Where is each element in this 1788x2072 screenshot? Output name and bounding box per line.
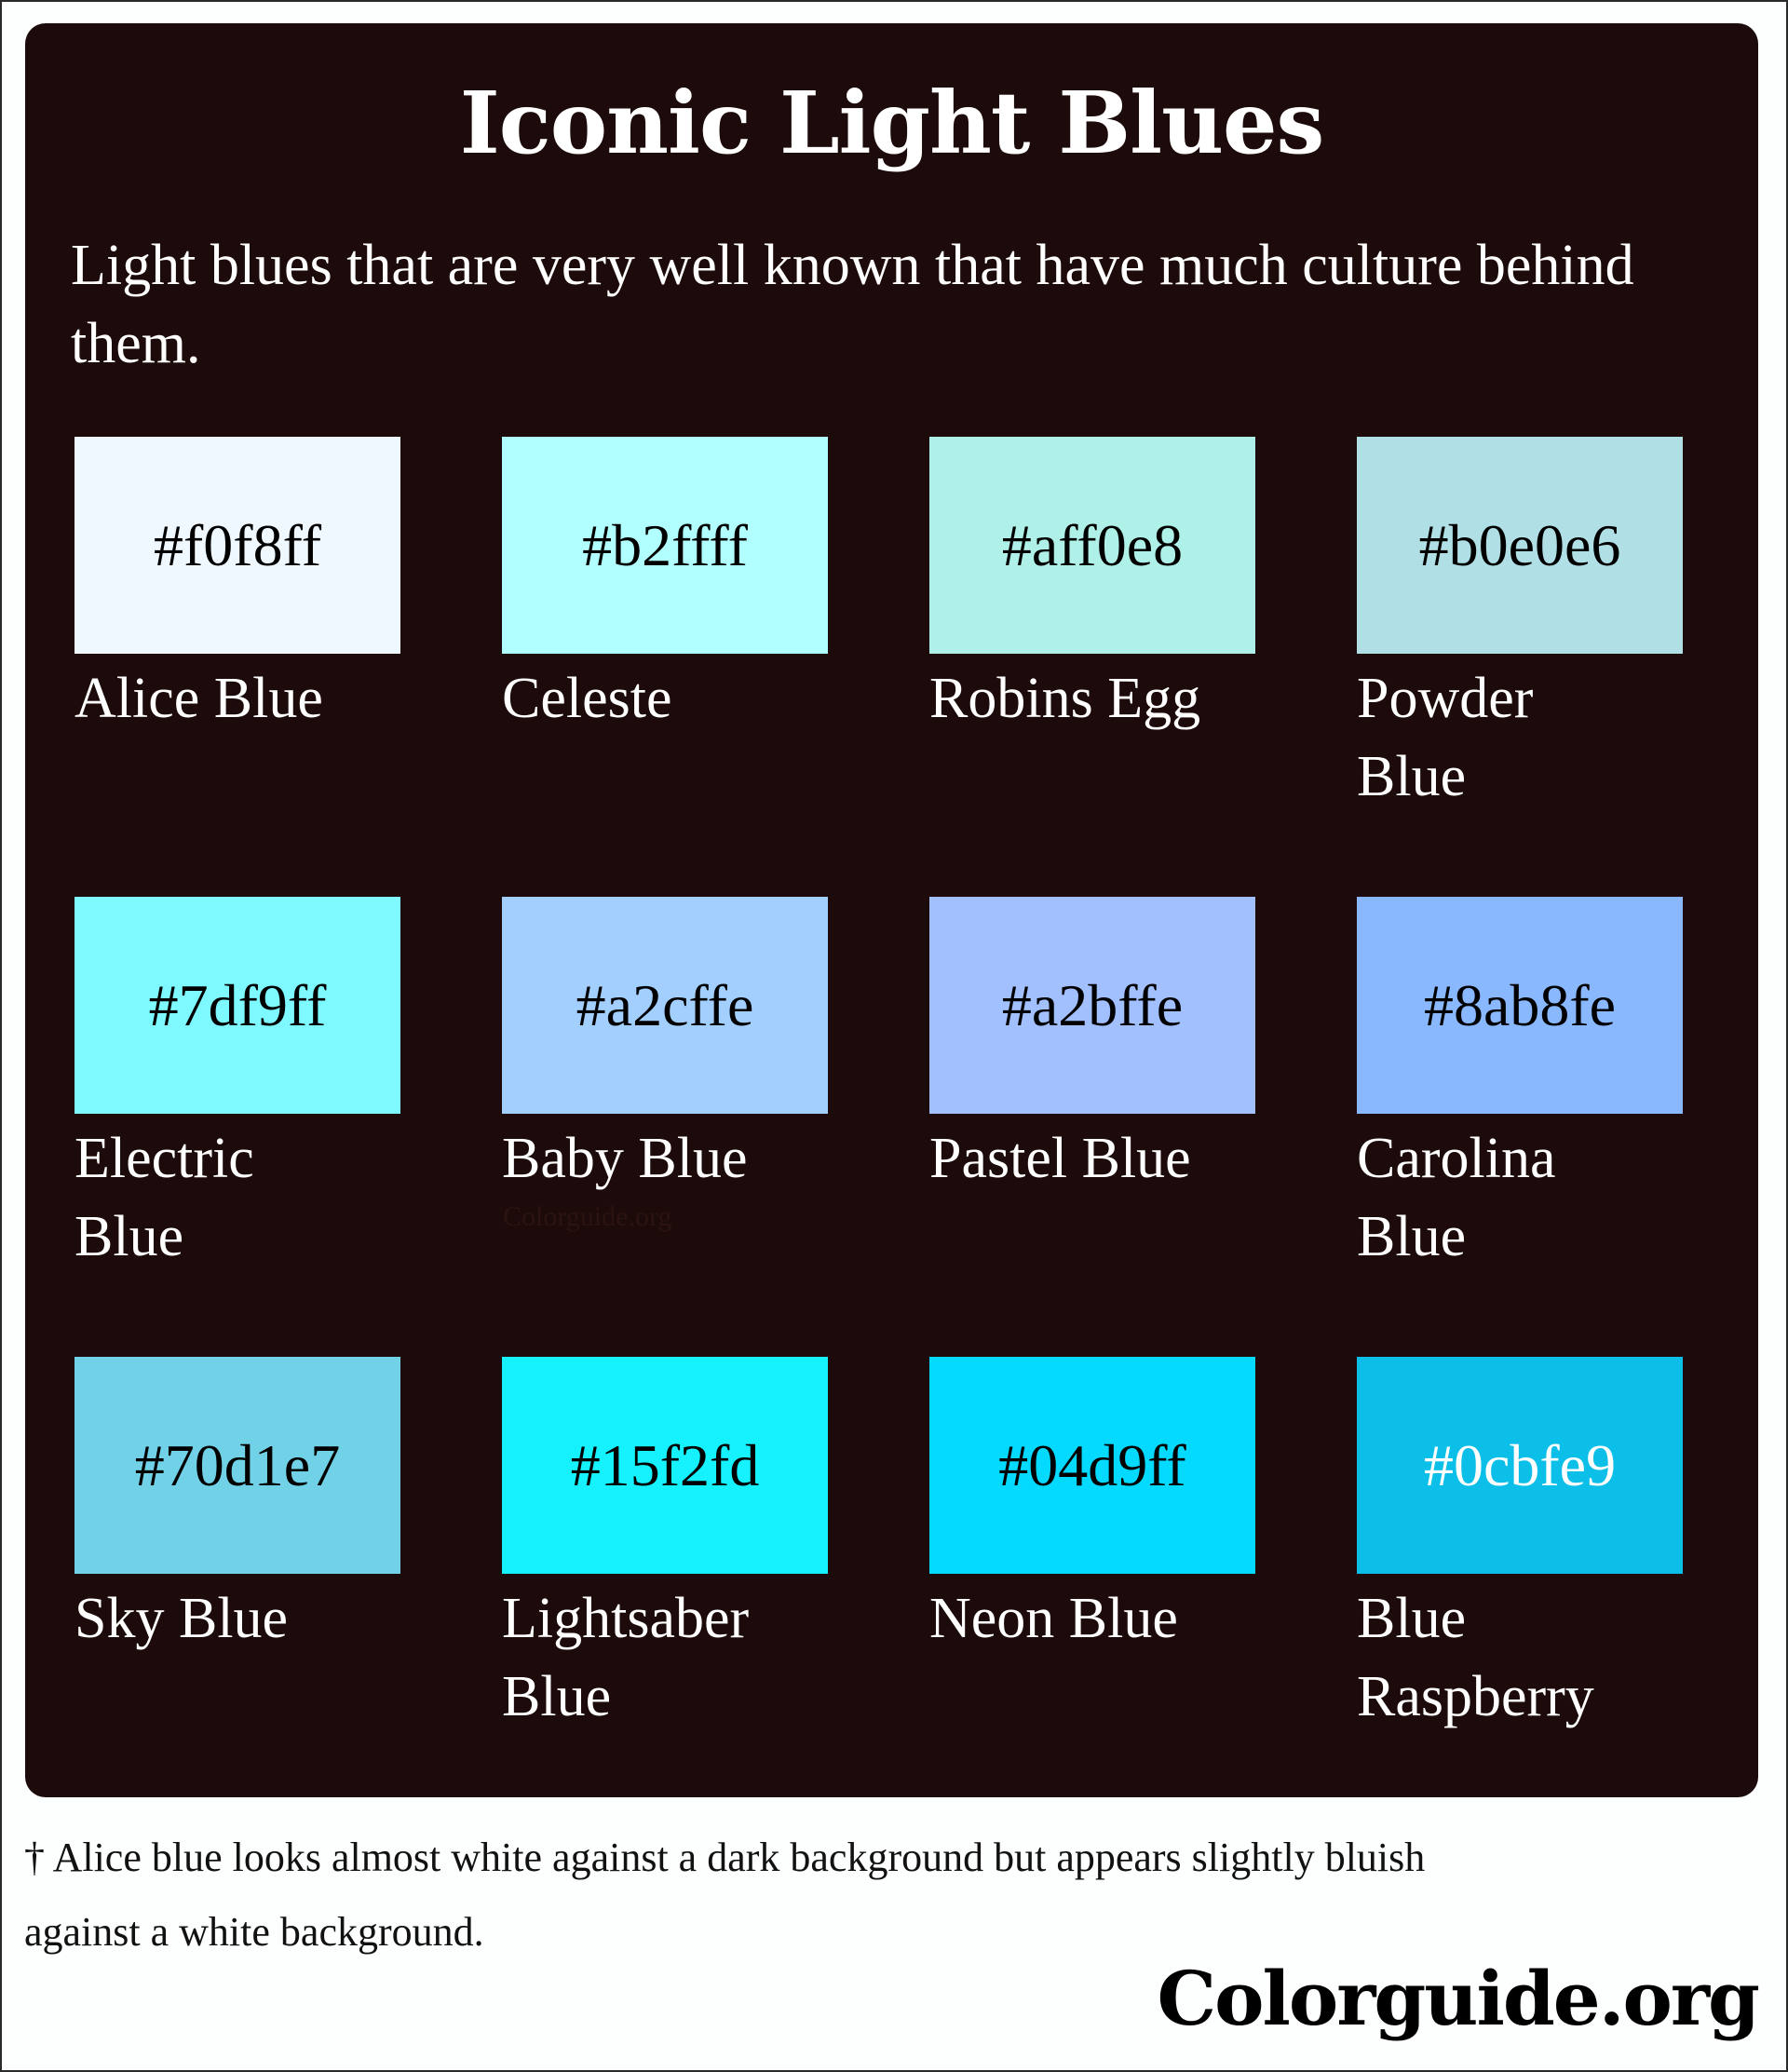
color-swatch: #f0f8ff [74,437,400,654]
swatch-card: #70d1e7 Sky Blue [74,1357,400,1658]
swatch-name: Robins Egg [929,667,1201,730]
color-swatch: #a2cffe [502,897,828,1114]
page-subtitle: Light blues that are very well known tha… [71,234,1634,375]
color-panel: Iconic Light Blues Light blues that are … [25,23,1758,1797]
swatch-name: Lightsaber Blue [502,1587,750,1728]
swatch-card: #aff0e8 Robins Egg [929,437,1255,738]
swatch-name: Carolina Blue [1357,1127,1556,1268]
color-swatch: #8ab8fe [1357,897,1683,1114]
color-swatch: #a2bffe [929,897,1255,1114]
color-swatch: #b0e0e6 [1357,437,1683,654]
swatch-name: Powder Blue [1357,667,1534,808]
color-swatch: #0cbfe9 [1357,1357,1683,1574]
swatch-name: Neon Blue [929,1587,1178,1650]
color-swatch: #7df9ff [74,897,400,1114]
footnote: † Alice blue looks almost white against … [24,1835,1426,1955]
color-swatch: #b2ffff [502,437,828,654]
swatch-card: #0cbfe9 Blue Raspberry [1357,1357,1683,1736]
swatch-card: #f0f8ff Alice Blue [74,437,400,738]
swatch-name: Sky Blue [74,1587,289,1650]
color-swatch: #04d9ff [929,1357,1255,1574]
color-swatch: #70d1e7 [74,1357,400,1574]
swatch-name: Alice Blue [74,667,323,730]
swatch-name: Celeste [502,667,672,730]
swatch-name: Pastel Blue [929,1127,1191,1190]
swatch-name: Blue Raspberry [1357,1587,1594,1728]
watermark: Colorguide.org [503,1201,672,1232]
swatch-card: #15f2fd Lightsaber Blue [502,1357,828,1736]
site-logo: Colorguide.org [1157,1955,1760,2042]
page-title: Iconic Light Blues [459,73,1325,173]
swatch-name: Electric Blue [74,1127,254,1268]
swatch-card: #8ab8fe Carolina Blue [1357,897,1683,1276]
color-swatch: #15f2fd [502,1357,828,1574]
swatch-card: #b2ffff Celeste [502,437,828,738]
swatch-card: #7df9ff Electric Blue [74,897,400,1276]
swatch-card: #b0e0e6 Powder Blue [1357,437,1683,816]
swatch-card: #a2cffe Baby Blue [502,897,828,1198]
swatch-name: Baby Blue [502,1127,748,1190]
swatch-card: #a2bffe Pastel Blue [929,897,1255,1198]
swatch-card: #04d9ff Neon Blue [929,1357,1255,1658]
color-swatch: #aff0e8 [929,437,1255,654]
